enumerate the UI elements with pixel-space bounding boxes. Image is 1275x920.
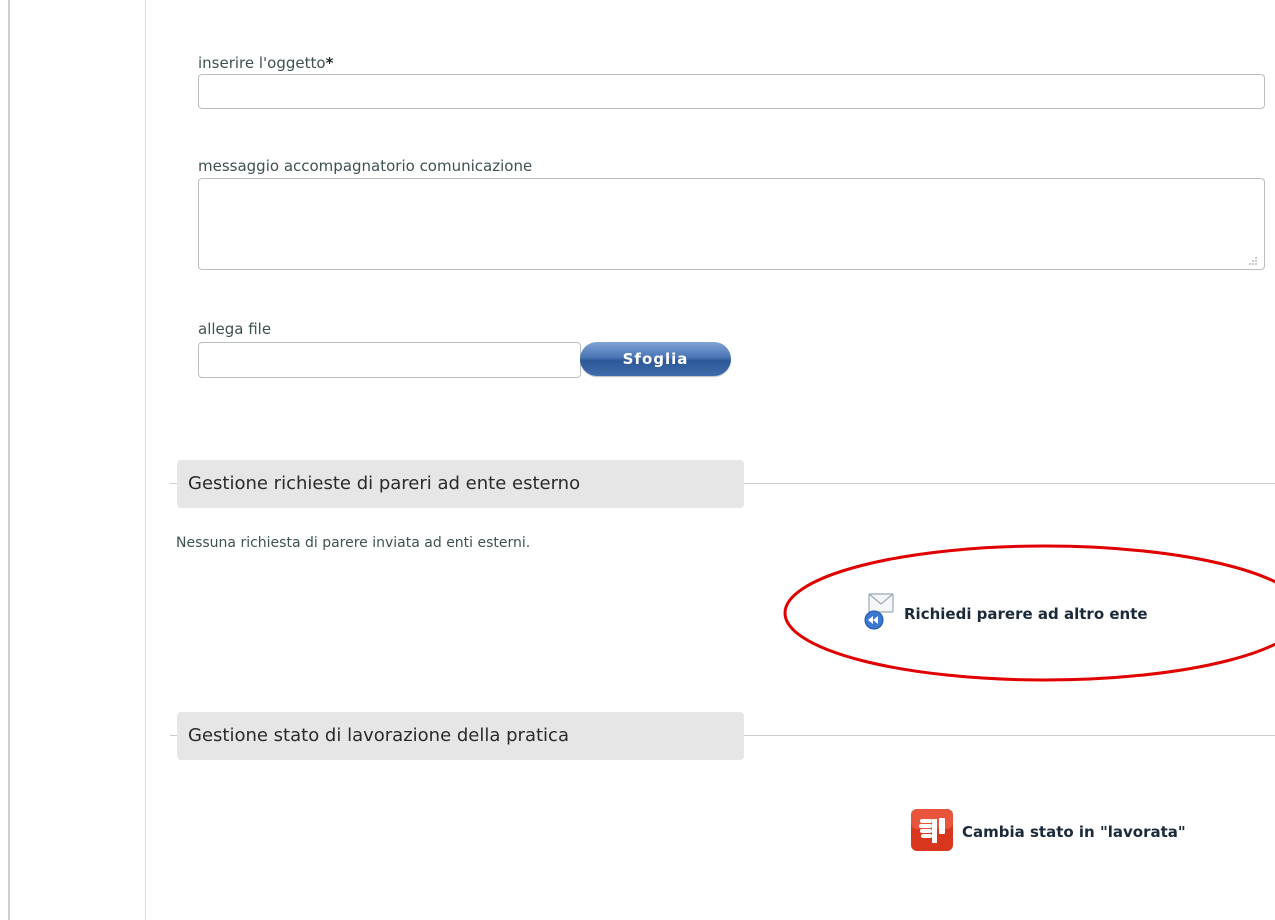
section-rule-right [744,483,1275,484]
content-divider [145,0,146,920]
message-textarea[interactable] [198,178,1265,270]
file-path-input[interactable] [198,342,581,378]
thumbs-down-icon [910,808,954,856]
change-state-label: Cambia stato in "lavorata" [962,823,1186,841]
request-opinion-link[interactable]: Richiedi parere ad altro ente [864,592,1148,636]
left-border [8,0,10,920]
attach-label: allega file [198,320,272,338]
envelope-reply-icon [864,592,896,636]
section-rule-right [744,735,1275,736]
subject-input[interactable] [198,74,1265,109]
message-label: messaggio accompagnatorio comunicazione [198,157,533,175]
required-asterisk: * [325,54,334,72]
change-state-link[interactable]: Cambia stato in "lavorata" [910,808,1186,856]
external-opinions-header: Gestione richieste di pareri ad ente est… [177,460,744,508]
subject-label: inserire l'oggetto* [198,54,333,72]
subject-label-text: inserire l'oggetto [198,54,326,72]
work-state-header: Gestione stato di lavorazione della prat… [177,712,744,760]
browse-button[interactable]: Sfoglia [580,342,731,376]
request-opinion-label: Richiedi parere ad altro ente [904,605,1148,623]
no-requests-message: Nessuna richiesta di parere inviata ad e… [176,535,531,551]
resize-grip-icon[interactable] [1248,256,1258,266]
